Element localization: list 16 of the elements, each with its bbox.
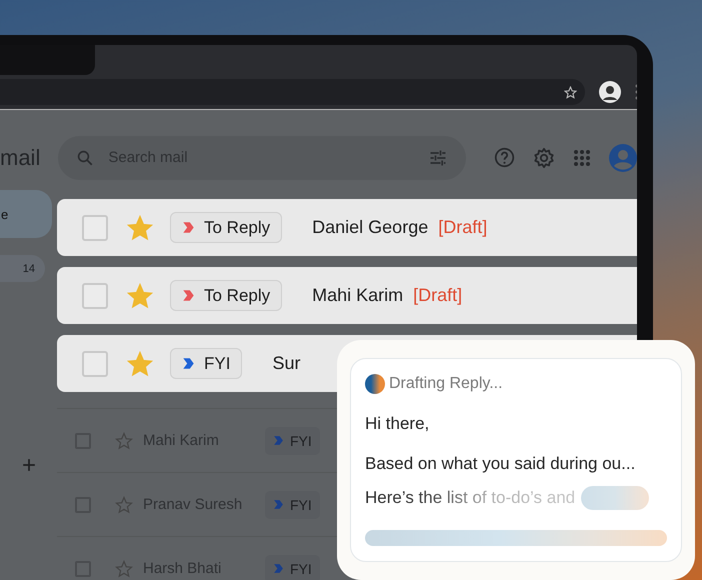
label-text: FYI — [290, 432, 312, 448]
label-text: To Reply — [204, 218, 270, 238]
label-text: FYI — [290, 560, 312, 576]
sender-name: Daniel George — [312, 217, 428, 238]
label-text: To Reply — [204, 286, 270, 306]
drafting-status: Drafting Reply... — [389, 375, 503, 393]
label-text: FYI — [204, 354, 230, 374]
draft-tag: [Draft] — [413, 285, 462, 306]
draft-text-line: Hi there, — [365, 414, 430, 434]
sender-name: Sur — [272, 353, 300, 374]
draft-tag: [Draft] — [438, 217, 488, 238]
sender-name: Mahi Karim — [312, 285, 404, 306]
label-text: FYI — [290, 496, 312, 512]
app-title: mail — [0, 144, 40, 170]
draft-text-line: Based on what you said during ou... — [365, 454, 636, 474]
unread-count: 14 — [0, 255, 45, 282]
